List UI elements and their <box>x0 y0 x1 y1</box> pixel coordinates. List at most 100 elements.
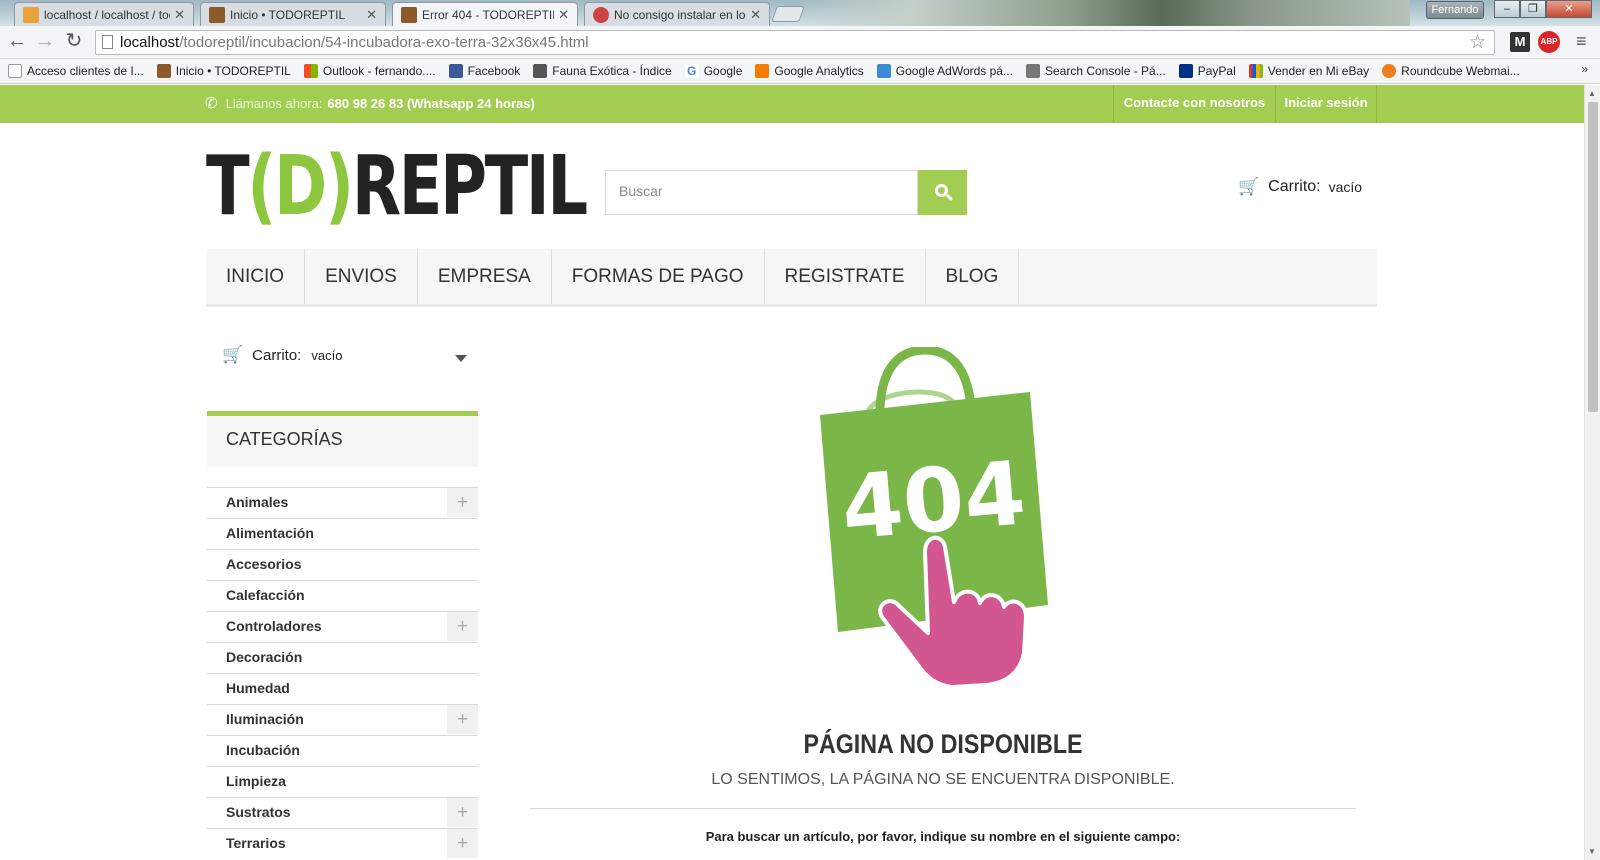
bookmark-item[interactable]: Fauna Exótica - Índice <box>533 64 672 78</box>
category-terrarios[interactable]: Terrarios + <box>207 828 478 859</box>
scroll-down-icon[interactable]: ▼ <box>1588 847 1596 856</box>
category-accesorios[interactable]: Accesorios <box>207 549 478 580</box>
bookmark-item[interactable]: Vender en Mi eBay <box>1248 64 1369 78</box>
search-button[interactable] <box>918 170 967 215</box>
sidebar-cart[interactable]: 🛒 Carrito: vacío <box>222 345 342 365</box>
bookmark-item[interactable]: Roundcube Webmai... <box>1382 64 1520 78</box>
profile-button[interactable]: Fernando <box>1426 1 1484 19</box>
topbar-divider <box>1376 85 1377 123</box>
phone-prefix: Llámanos ahora: <box>225 95 323 111</box>
outlook-icon <box>303 64 318 78</box>
nav-envios[interactable]: ENVIOS <box>305 249 418 304</box>
ebay-icon <box>1248 64 1263 78</box>
todoreptil-favicon-icon <box>209 6 225 23</box>
nav-formas-de-pago[interactable]: FORMAS DE PAGO <box>552 249 765 304</box>
category-calefaccion[interactable]: Calefacción <box>207 580 478 611</box>
category-animales[interactable]: Animales + <box>207 487 478 518</box>
phone-icon: ✆ <box>205 95 218 112</box>
bookmark-label: Inicio • TODOREPTIL <box>175 64 291 78</box>
category-sustratos[interactable]: Sustratos + <box>207 797 478 828</box>
tab-inicio[interactable]: Inicio • TODOREPTIL ✕ <box>200 2 386 26</box>
search-input[interactable]: Buscar <box>605 170 918 215</box>
bookmark-label: PayPal <box>1197 64 1236 78</box>
scroll-up-icon[interactable]: ▲ <box>1588 89 1596 98</box>
bookmark-item[interactable]: Google AdWords pá... <box>876 64 1013 78</box>
more-bookmarks-button[interactable]: » <box>1581 62 1588 76</box>
close-tab-icon[interactable]: ✕ <box>558 7 569 23</box>
scroll-thumb[interactable] <box>1588 102 1598 412</box>
back-button[interactable]: ← <box>5 30 29 54</box>
page-viewport: ✆ Llámanos ahora: 680 98 26 83 (Whatsapp… <box>0 85 1584 860</box>
category-label: Controladores <box>226 618 322 634</box>
tab-no-consigo[interactable]: No consigo instalar en loc ✕ <box>584 2 770 26</box>
google-icon: G <box>684 64 699 78</box>
category-iluminacion[interactable]: Iluminación + <box>207 704 478 735</box>
minimize-button[interactable]: – <box>1494 0 1520 18</box>
close-tab-icon[interactable]: ✕ <box>366 7 377 23</box>
category-decoracion[interactable]: Decoración <box>207 642 478 673</box>
header-cart[interactable]: 🛒 Carrito: vacío <box>1238 177 1362 197</box>
bookmark-item[interactable]: Inicio • TODOREPTIL <box>156 64 291 78</box>
expand-icon[interactable]: + <box>447 488 478 517</box>
google-analytics-icon <box>755 64 770 78</box>
tab-error-404[interactable]: Error 404 - TODOREPTIL ✕ <box>392 2 578 26</box>
adblock-plus-icon[interactable]: ABP <box>1538 31 1560 53</box>
bookmark-label: Outlook - fernando.... <box>322 64 436 78</box>
forward-button[interactable]: → <box>33 30 57 54</box>
page-icon <box>102 35 113 49</box>
contact-link[interactable]: Contacte con nosotros <box>1113 85 1275 123</box>
bookmark-item[interactable]: Search Console - Pá... <box>1025 64 1166 78</box>
category-label: Alimentación <box>226 525 314 541</box>
nav-registrate[interactable]: REGISTRATE <box>765 249 926 304</box>
site-logo[interactable]: T (D) REPTIL <box>206 138 588 234</box>
category-humedad[interactable]: Humedad <box>207 673 478 704</box>
category-alimentacion[interactable]: Alimentación <box>207 518 478 549</box>
expand-icon[interactable]: + <box>447 612 478 641</box>
cart-state: vacío <box>311 347 343 363</box>
page-scrollbar[interactable]: ▲ ▼ <box>1584 85 1600 860</box>
titlebar-background <box>790 0 1410 26</box>
extension-m-icon[interactable]: M <box>1510 32 1530 52</box>
reload-button[interactable]: ↻ <box>62 30 86 54</box>
tab-localhost[interactable]: localhost / localhost / todo ✕ <box>14 2 194 26</box>
category-controladores[interactable]: Controladores + <box>207 611 478 642</box>
browser-menu-icon[interactable]: ≡ <box>1576 30 1592 52</box>
bookmark-item[interactable]: Acceso clientes de I... <box>8 64 144 78</box>
address-bar[interactable]: localhost/todoreptil/incubacion/54-incub… <box>95 30 1495 55</box>
bookmark-item[interactable]: Google Analytics <box>755 64 864 78</box>
bookmark-item[interactable]: PayPal <box>1178 64 1236 78</box>
close-window-button[interactable]: ✕ <box>1546 0 1592 18</box>
bookmark-star-icon[interactable]: ☆ <box>1469 31 1486 54</box>
close-tab-icon[interactable]: ✕ <box>174 7 185 23</box>
nav-inicio[interactable]: INICIO <box>206 249 306 304</box>
bookmark-label: Roundcube Webmai... <box>1401 64 1520 78</box>
tab-label: No consigo instalar en loc <box>614 7 747 22</box>
logo-part-reptil: REPTIL <box>351 138 588 234</box>
chevron-down-icon[interactable] <box>455 355 467 362</box>
expand-icon[interactable]: + <box>447 798 478 827</box>
bookmark-item[interactable]: G Google <box>684 64 743 78</box>
bookmark-item[interactable]: Facebook <box>448 64 520 78</box>
bookmark-label: Acceso clientes de I... <box>27 64 144 78</box>
logo-part-t: T <box>206 138 250 234</box>
bookmark-label: Google <box>703 64 743 78</box>
category-limpieza[interactable]: Limpieza <box>207 766 478 797</box>
nav-empresa[interactable]: EMPRESA <box>418 249 552 304</box>
category-incubacion[interactable]: Incubación <box>207 735 478 766</box>
bookmark-label: Search Console - Pá... <box>1044 64 1166 78</box>
paypal-icon <box>1178 64 1193 78</box>
nav-blog[interactable]: BLOG <box>926 249 1020 304</box>
restore-button[interactable]: ❐ <box>1520 0 1546 18</box>
bookmark-item[interactable]: Outlook - fernando.... <box>303 64 436 78</box>
expand-icon[interactable]: + <box>447 829 478 858</box>
tab-label: Inicio • TODOREPTIL <box>230 7 346 22</box>
login-link[interactable]: Iniciar sesión <box>1275 85 1376 123</box>
new-tab-button[interactable] <box>771 6 805 22</box>
cart-state: vacío <box>1328 179 1363 195</box>
fauna-exotica-icon <box>533 64 548 78</box>
category-label: Limpieza <box>226 773 286 789</box>
todoreptil-favicon-icon <box>401 6 417 23</box>
expand-icon[interactable]: + <box>447 705 478 734</box>
close-tab-icon[interactable]: ✕ <box>750 7 761 23</box>
logo-part-d: (D) <box>247 138 354 234</box>
